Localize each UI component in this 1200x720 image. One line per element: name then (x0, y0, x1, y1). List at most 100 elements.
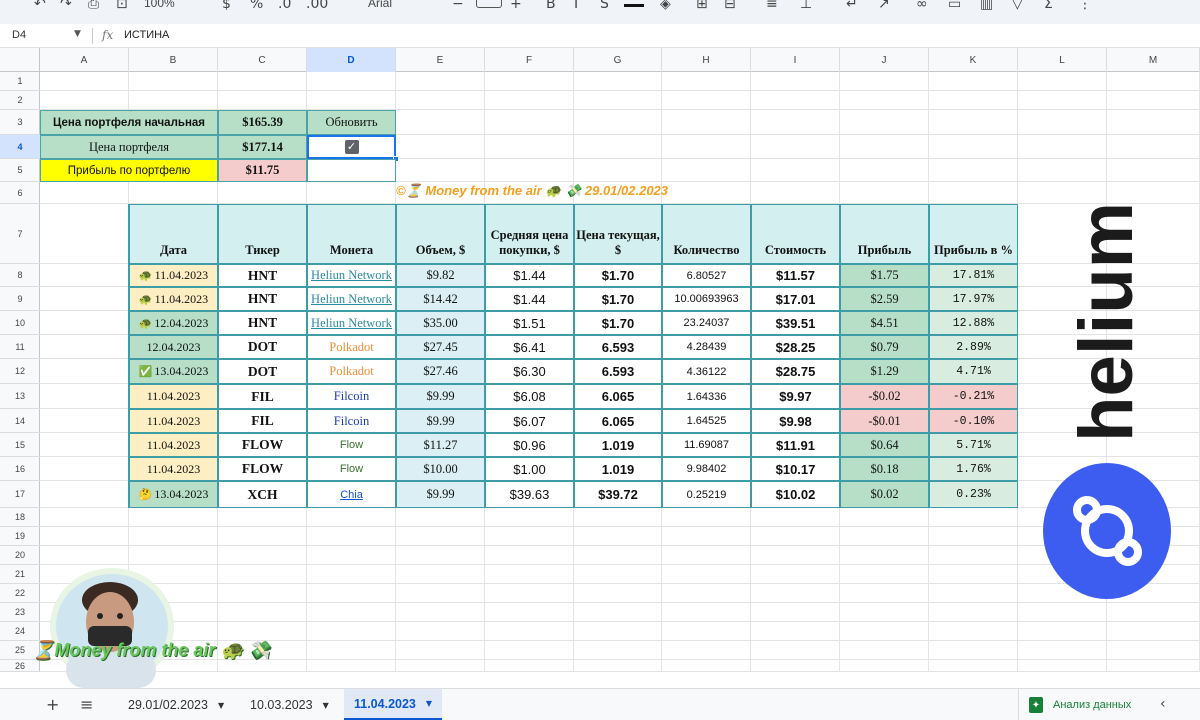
volume-cell[interactable]: $9.82 (396, 264, 485, 287)
date-cell[interactable]: 11.04.2023 (129, 457, 218, 481)
align-icon[interactable]: ≡ (766, 0, 778, 12)
quantity-cell[interactable]: 0.25219 (662, 481, 751, 508)
coin-cell[interactable]: Chia (307, 481, 396, 508)
quantity-cell[interactable]: 6.80527 (662, 264, 751, 287)
row-header-5[interactable]: 5 (0, 159, 40, 182)
column-header-f[interactable]: F (485, 48, 574, 72)
volume-cell[interactable]: $35.00 (396, 311, 485, 335)
fill-color-icon[interactable]: ◈ (660, 0, 671, 12)
chevron-down-icon[interactable]: ▼ (323, 701, 329, 710)
functions-icon[interactable]: Σ (1044, 0, 1053, 12)
row-header-13[interactable]: 13 (0, 384, 40, 409)
profit-cell[interactable]: -$0.02 (840, 384, 929, 409)
decimal-decrease-icon[interactable]: .0 (278, 0, 291, 12)
row-header-7[interactable]: 7 (0, 204, 40, 264)
coin-cell[interactable]: Heliun Network (307, 287, 396, 311)
current-price-cell[interactable]: 6.065 (574, 384, 662, 409)
checkbox-checked-icon[interactable]: ✓ (344, 140, 359, 154)
quantity-cell[interactable]: 4.28439 (662, 335, 751, 359)
ticker-cell[interactable]: HNT (218, 311, 307, 335)
column-header-c[interactable]: C (218, 48, 307, 72)
column-header-k[interactable]: K (929, 48, 1018, 72)
row-header-22[interactable]: 22 (0, 584, 40, 603)
profit-cell[interactable]: -$0.01 (840, 409, 929, 433)
cost-cell[interactable]: $39.51 (751, 311, 840, 335)
profit-pct-cell[interactable]: 17.97% (929, 287, 1018, 311)
date-cell[interactable]: 12.04.2023 (129, 335, 218, 359)
strikethrough-icon[interactable]: S (600, 0, 609, 12)
sheet-tab-3[interactable]: 11.04.2023 ▼ (344, 689, 443, 720)
paint-format-icon[interactable]: ⊡ (116, 0, 128, 12)
font-size-input[interactable] (476, 0, 502, 8)
explore-button[interactable]: ✦ Анализ данных (1018, 689, 1148, 720)
volume-cell[interactable]: $10.00 (396, 457, 485, 481)
percent-icon[interactable]: % (250, 0, 263, 12)
profit-pct-cell[interactable]: 17.81% (929, 264, 1018, 287)
volume-cell[interactable]: $9.99 (396, 384, 485, 409)
row-header-26[interactable]: 26 (0, 660, 40, 672)
zoom-select[interactable]: 100% (144, 0, 175, 10)
undo-icon[interactable]: ↶ (34, 0, 46, 12)
column-header-g[interactable]: G (574, 48, 662, 72)
add-sheet-icon[interactable]: + (46, 695, 59, 714)
quantity-cell[interactable]: 10.00693963 (662, 287, 751, 311)
current-price-cell[interactable]: 6.593 (574, 335, 662, 359)
column-header-e[interactable]: E (396, 48, 485, 72)
column-header-b[interactable]: B (129, 48, 218, 72)
column-header-h[interactable]: H (662, 48, 751, 72)
chevron-left-icon[interactable]: ‹ (1160, 696, 1166, 712)
avg-price-cell[interactable]: $1.44 (485, 264, 574, 287)
current-price-value[interactable]: $177.14 (218, 135, 307, 159)
ticker-cell[interactable]: HNT (218, 287, 307, 311)
profit-pct-cell[interactable]: 12.88% (929, 311, 1018, 335)
coin-cell[interactable]: Polkadot (307, 359, 396, 384)
chart-icon[interactable]: ▥ (980, 0, 993, 12)
text-color-icon[interactable] (624, 4, 644, 7)
cost-cell[interactable]: $11.57 (751, 264, 840, 287)
current-price-cell[interactable]: $1.70 (574, 287, 662, 311)
cost-cell[interactable]: $9.98 (751, 409, 840, 433)
volume-cell[interactable]: $11.27 (396, 433, 485, 457)
currency-icon[interactable]: $ (222, 0, 231, 12)
cost-cell[interactable]: $28.75 (751, 359, 840, 384)
font-size-minus-icon[interactable]: − (452, 0, 464, 12)
profit-pct-cell[interactable]: 0.23% (929, 481, 1018, 508)
avg-price-cell[interactable]: $6.08 (485, 384, 574, 409)
row-header-24[interactable]: 24 (0, 622, 40, 641)
volume-cell[interactable]: $14.42 (396, 287, 485, 311)
volume-cell[interactable]: $9.99 (396, 481, 485, 508)
avg-price-cell[interactable]: $39.63 (485, 481, 574, 508)
row-header-8[interactable]: 8 (0, 264, 40, 287)
current-price-cell[interactable]: $39.72 (574, 481, 662, 508)
row-header-17[interactable]: 17 (0, 481, 40, 508)
coin-cell[interactable]: Heliun Network (307, 264, 396, 287)
column-header-a[interactable]: A (40, 48, 129, 72)
ticker-cell[interactable]: FLOW (218, 433, 307, 457)
date-cell[interactable]: ✅ 13.04.2023 (129, 359, 218, 384)
sheet-tab-2[interactable]: 10.03.2023 ▼ (240, 689, 339, 720)
coin-cell[interactable]: Flow (307, 433, 396, 457)
row-header-4[interactable]: 4 (0, 135, 40, 159)
all-sheets-icon[interactable]: ≡ (80, 695, 93, 714)
current-price-cell[interactable]: 6.065 (574, 409, 662, 433)
name-box[interactable]: D4 (12, 29, 26, 41)
more-icon[interactable]: ⋮ (1078, 0, 1092, 12)
profit-cell[interactable]: $0.79 (840, 335, 929, 359)
wrap-icon[interactable]: ↵ (846, 0, 858, 12)
avg-price-cell[interactable]: $1.44 (485, 287, 574, 311)
quantity-cell[interactable]: 1.64336 (662, 384, 751, 409)
date-cell[interactable]: 🐢 12.04.2023 (129, 311, 218, 335)
row-header-6[interactable]: 6 (0, 182, 40, 204)
link-icon[interactable]: ∞ (916, 0, 928, 12)
profit-pct-cell[interactable]: 4.71% (929, 359, 1018, 384)
profit-pct-cell[interactable]: -0.21% (929, 384, 1018, 409)
ticker-cell[interactable]: DOT (218, 335, 307, 359)
profit-cell[interactable]: $0.02 (840, 481, 929, 508)
borders-icon[interactable]: ⊞ (696, 0, 708, 12)
quantity-cell[interactable]: 9.98402 (662, 457, 751, 481)
profit-pct-cell[interactable]: 5.71% (929, 433, 1018, 457)
merge-icon[interactable]: ⊟ (724, 0, 736, 12)
profit-pct-cell[interactable]: 1.76% (929, 457, 1018, 481)
profit-cell[interactable]: $4.51 (840, 311, 929, 335)
column-header-d[interactable]: D (307, 48, 396, 72)
